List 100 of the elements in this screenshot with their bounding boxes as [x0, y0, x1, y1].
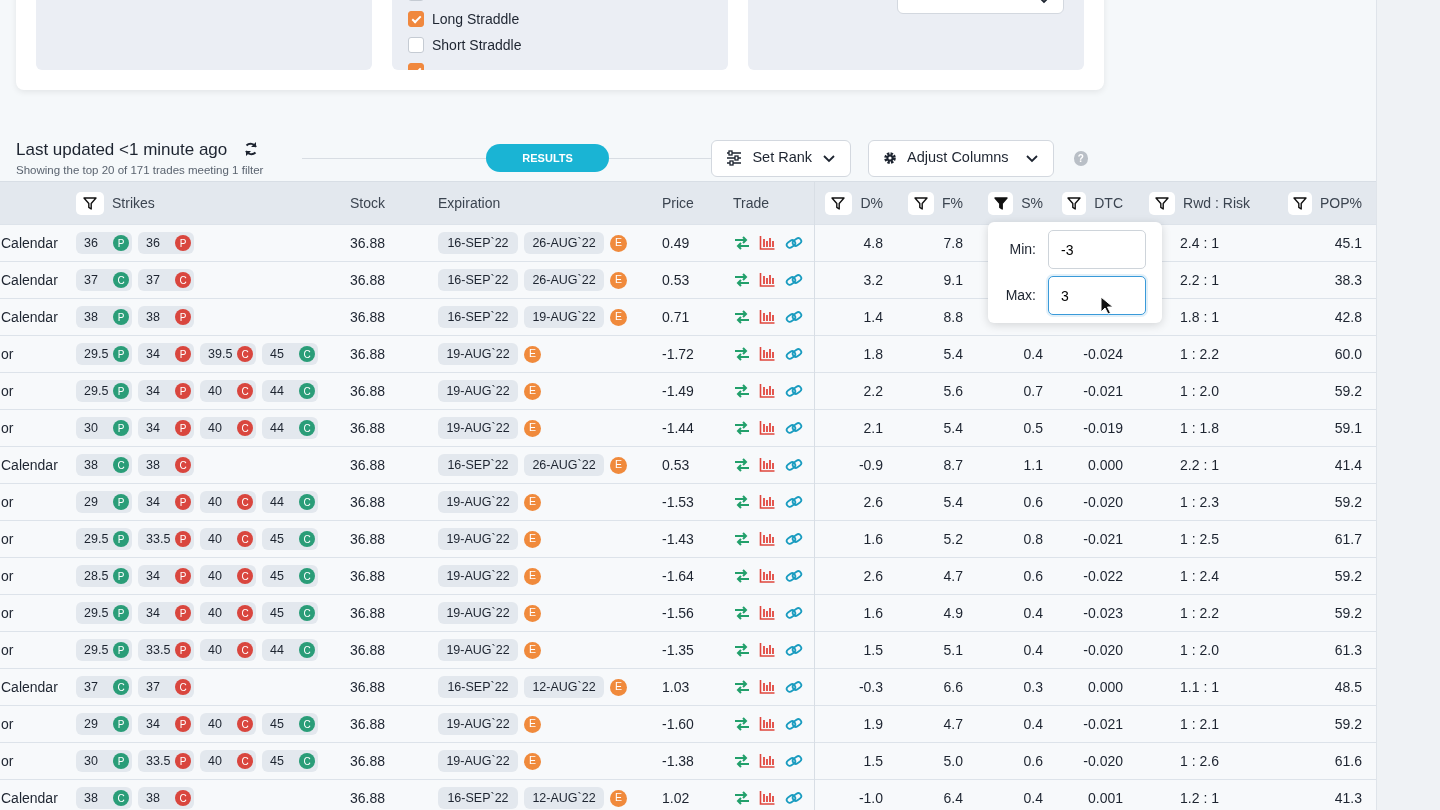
strike-value: 40	[208, 641, 222, 659]
table-cell: -1.44	[650, 409, 720, 447]
adjust-columns-button[interactable]: Adjust Columns	[868, 139, 1054, 177]
table-cell: 5.6	[895, 372, 975, 410]
column-header: Expiration	[438, 193, 501, 213]
bar-chart-icon[interactable]	[759, 753, 777, 769]
swap-arrows-icon[interactable]	[733, 346, 751, 362]
table-cell: 1.6	[814, 594, 895, 632]
bar-chart-icon[interactable]	[759, 605, 777, 621]
bar-chart-icon[interactable]	[759, 679, 777, 695]
option-type-badge: C	[113, 679, 129, 696]
link-icon[interactable]	[785, 494, 803, 510]
link-icon[interactable]	[785, 790, 803, 807]
results-summary: Showing the top 20 of 171 trades meeting 1 filter	[16, 163, 265, 179]
link-icon[interactable]	[785, 531, 803, 547]
table-cell: -0.9	[814, 446, 895, 484]
strike-value: 29.5	[84, 382, 109, 400]
swap-arrows-icon[interactable]	[733, 272, 751, 288]
bar-chart-icon[interactable]	[759, 457, 777, 473]
earnings-badge: E	[524, 530, 541, 548]
option-type-badge: P	[113, 642, 129, 659]
swap-arrows-icon[interactable]	[733, 235, 751, 251]
table-cell: 1.1	[975, 446, 1050, 484]
swap-arrows-icon[interactable]	[733, 642, 751, 658]
option-type-badge: C	[113, 272, 129, 289]
swap-arrows-icon[interactable]	[733, 568, 751, 584]
option-type-badge: C	[237, 383, 253, 400]
link-icon[interactable]	[785, 679, 803, 695]
expiration-chip: 19-AUG`22	[438, 491, 518, 514]
filter-button[interactable]	[76, 191, 104, 215]
table-cell: 59.2	[1270, 557, 1376, 595]
filter-button[interactable]	[988, 191, 1014, 215]
table-cell: 4.7	[895, 557, 975, 595]
bar-chart-icon[interactable]	[759, 235, 777, 251]
link-icon[interactable]	[785, 383, 803, 399]
bar-chart-icon[interactable]	[759, 309, 777, 325]
swap-arrows-icon[interactable]	[733, 457, 751, 473]
link-icon[interactable]	[785, 605, 803, 621]
bar-chart-icon[interactable]	[759, 716, 777, 732]
filter-button[interactable]	[1288, 191, 1312, 215]
link-icon[interactable]	[785, 420, 803, 436]
bar-chart-icon[interactable]	[759, 568, 777, 584]
swap-arrows-icon[interactable]	[733, 679, 751, 695]
swap-arrows-icon[interactable]	[733, 531, 751, 547]
strike-value: 44	[270, 641, 284, 659]
table-cell: 1.5	[814, 742, 895, 780]
swap-arrows-icon[interactable]	[733, 716, 751, 732]
table-cell: 2.2 : 1	[1135, 446, 1270, 484]
bar-chart-icon[interactable]	[759, 494, 777, 510]
link-icon[interactable]	[785, 568, 803, 584]
link-icon[interactable]	[785, 272, 803, 288]
link-icon[interactable]	[785, 457, 803, 473]
bar-chart-icon[interactable]	[759, 642, 777, 658]
checkbox[interactable]	[408, 11, 424, 27]
expiration-chip: 16-SEP`22	[438, 306, 518, 329]
filter-button[interactable]	[824, 191, 853, 215]
swap-arrows-icon[interactable]	[733, 790, 751, 807]
link-icon[interactable]	[785, 753, 803, 769]
filter-button[interactable]	[1062, 191, 1087, 215]
swap-arrows-icon[interactable]	[733, 383, 751, 399]
swap-arrows-icon[interactable]	[733, 605, 751, 621]
link-icon[interactable]	[785, 235, 803, 251]
swap-arrows-icon[interactable]	[733, 494, 751, 510]
link-icon[interactable]	[785, 716, 803, 732]
max-field[interactable]: 3	[1048, 276, 1146, 315]
swap-arrows-icon[interactable]	[733, 420, 751, 436]
earnings-badge: E	[610, 234, 627, 252]
strategy-cell: Calendar	[0, 224, 70, 262]
column-header: Strikes	[112, 193, 155, 213]
bar-chart-icon[interactable]	[759, 531, 777, 547]
expiration-chip: 19-AUG`22	[524, 306, 604, 329]
option-type-badge: P	[113, 753, 129, 770]
table-cell: 36.88	[340, 409, 425, 447]
table-cell: 0.6	[975, 483, 1050, 521]
swap-arrows-icon[interactable]	[733, 753, 751, 769]
filter-button[interactable]	[1149, 191, 1176, 215]
set-rank-button[interactable]: Set Rank	[711, 139, 852, 177]
min-field[interactable]: -3	[1048, 230, 1146, 269]
strike-value: 37	[146, 678, 160, 696]
bar-chart-icon[interactable]	[759, 272, 777, 288]
filter-button[interactable]	[908, 191, 934, 215]
bar-chart-icon[interactable]	[759, 790, 777, 807]
bar-chart-icon[interactable]	[759, 346, 777, 362]
bar-chart-icon[interactable]	[759, 420, 777, 436]
expiration-chip: 19-AUG`22	[438, 343, 518, 366]
checkbox[interactable]	[408, 37, 424, 53]
option-type-badge: P	[113, 235, 129, 252]
swap-arrows-icon[interactable]	[733, 309, 751, 325]
strategy-cell: or	[0, 742, 70, 780]
link-icon[interactable]	[785, 309, 803, 325]
refresh-icon[interactable]	[243, 141, 260, 158]
link-icon[interactable]	[785, 642, 803, 658]
option-type-badge: P	[175, 531, 191, 548]
earnings-badge: E	[524, 382, 541, 400]
table-cell: 9.1	[895, 261, 975, 299]
table-cell: -1.60	[650, 705, 720, 743]
table-cell: 36.88	[340, 335, 425, 373]
link-icon[interactable]	[785, 346, 803, 362]
table-cell: 8.7	[895, 446, 975, 484]
bar-chart-icon[interactable]	[759, 383, 777, 399]
